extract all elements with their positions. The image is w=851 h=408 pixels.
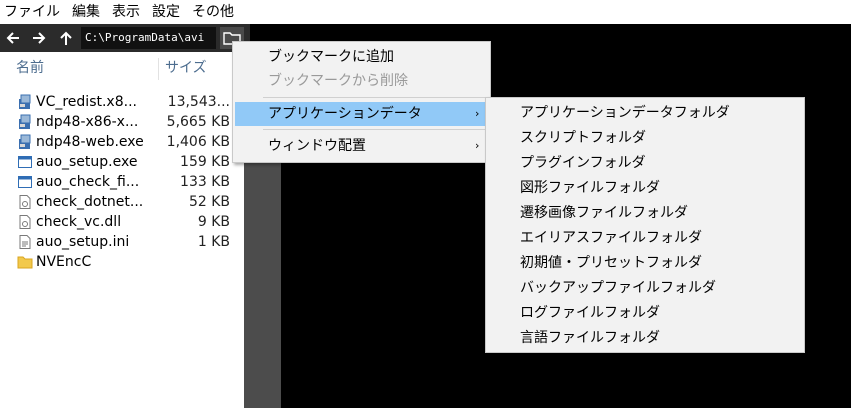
menu-view[interactable]: 表示 [106, 0, 146, 24]
file-row[interactable]: VC_redist.x8... 13,543... [0, 92, 244, 112]
arrow-right-icon [33, 32, 46, 44]
navigation-bar: C:\ProgramData\avi [0, 24, 250, 52]
submenu-item[interactable]: スクリプトフォルダ [520, 126, 646, 151]
file-row[interactable]: check_vc.dll 9 KB [0, 212, 244, 232]
submenu-item[interactable]: ログファイルフォルダ [520, 301, 660, 326]
file-size: 1 KB [197, 234, 230, 250]
menu-item-window-layout[interactable]: ウィンドウ配置 › [235, 134, 488, 158]
file-list: VC_redist.x8... 13,543... ndp48-x86-x...… [0, 92, 244, 272]
file-name: auo_setup.exe [36, 154, 138, 170]
file-size: 159 KB [180, 154, 230, 170]
column-separator[interactable] [158, 58, 159, 80]
file-name: check_dotnet... [36, 194, 144, 210]
file-row[interactable]: ndp48-x86-x... 5,665 KB [0, 112, 244, 132]
app-data-submenu: アプリケーションデータフォルダ スクリプトフォルダ プラグインフォルダ 図形ファ… [485, 97, 805, 353]
menu-edit[interactable]: 編集 [66, 0, 106, 24]
submenu-item[interactable]: 遷移画像ファイルフォルダ [520, 201, 688, 226]
menu-other[interactable]: その他 [186, 0, 240, 24]
file-name: auo_setup.ini [36, 234, 130, 250]
menu-settings[interactable]: 設定 [146, 0, 186, 24]
file-name: check_vc.dll [36, 214, 122, 230]
file-name: ndp48-web.exe [36, 134, 144, 150]
column-header-name[interactable]: 名前 [16, 52, 44, 84]
submenu-item[interactable]: エイリアスファイルフォルダ [520, 226, 702, 251]
file-name: NVEncC [36, 254, 92, 270]
menu-item-remove-bookmark: ブックマークから削除 [235, 69, 488, 93]
submenu-item[interactable]: バックアップファイルフォルダ [520, 276, 716, 301]
file-size: 13,543... [167, 94, 230, 110]
ini-file-icon [19, 235, 31, 249]
folder-icon [17, 256, 33, 269]
file-name: auo_check_fi... [36, 174, 140, 190]
file-size: 133 KB [180, 174, 230, 190]
forward-button[interactable] [28, 27, 50, 49]
chevron-right-icon: › [475, 139, 480, 152]
menu-item-label: ブックマークから削除 [268, 73, 408, 89]
file-row[interactable]: auo_check_fi... 133 KB [0, 172, 244, 192]
menu-item-label: ブックマークに追加 [268, 49, 394, 65]
dll-file-icon [19, 195, 31, 209]
chevron-right-icon: › [475, 107, 480, 120]
submenu-item[interactable]: 初期値・プリセットフォルダ [520, 251, 702, 276]
folder-context-menu: ブックマークに追加 ブックマークから削除 アプリケーションデータ › ウィンドウ… [232, 41, 491, 163]
up-button[interactable] [55, 27, 77, 49]
dll-file-icon [19, 215, 31, 229]
file-name: VC_redist.x8... [36, 94, 137, 110]
menu-item-app-data[interactable]: アプリケーションデータ › [235, 102, 488, 126]
arrow-up-icon [60, 31, 72, 45]
file-row[interactable]: ndp48-web.exe 1,406 KB [0, 132, 244, 152]
menu-item-label: ウィンドウ配置 [268, 138, 366, 154]
menu-item-add-bookmark[interactable]: ブックマークに追加 [235, 45, 488, 69]
file-row[interactable]: auo_setup.exe 159 KB [0, 152, 244, 172]
menu-file[interactable]: ファイル [0, 0, 66, 24]
file-size: 9 KB [197, 214, 230, 230]
menu-separator [263, 129, 487, 130]
submenu-item[interactable]: 図形ファイルフォルダ [520, 176, 660, 201]
exe-installer-icon [19, 94, 31, 109]
submenu-item[interactable]: アプリケーションデータフォルダ [520, 101, 730, 126]
arrow-left-icon [6, 32, 19, 44]
file-size: 52 KB [188, 194, 230, 210]
menu-item-label: アプリケーションデータ [268, 106, 422, 122]
submenu-item[interactable]: プラグインフォルダ [520, 151, 646, 176]
menu-bar: ファイル 編集 表示 設定 その他 [0, 0, 851, 24]
exe-installer-icon [19, 134, 31, 149]
file-size: 1,406 KB [166, 134, 230, 150]
file-row[interactable]: check_dotnet... 52 KB [0, 192, 244, 212]
submenu-item[interactable]: 言語ファイルフォルダ [520, 326, 660, 351]
exe-window-icon [18, 156, 32, 168]
back-button[interactable] [2, 27, 24, 49]
file-row[interactable]: NVEncC [0, 252, 244, 272]
path-field[interactable]: C:\ProgramData\avi [81, 27, 216, 49]
column-header-size[interactable]: サイズ [165, 52, 207, 84]
file-name: ndp48-x86-x... [36, 114, 139, 130]
file-row[interactable]: auo_setup.ini 1 KB [0, 232, 244, 252]
file-size: 5,665 KB [166, 114, 230, 130]
exe-window-icon [18, 176, 32, 188]
exe-installer-icon [19, 114, 31, 129]
menu-separator [263, 97, 487, 98]
